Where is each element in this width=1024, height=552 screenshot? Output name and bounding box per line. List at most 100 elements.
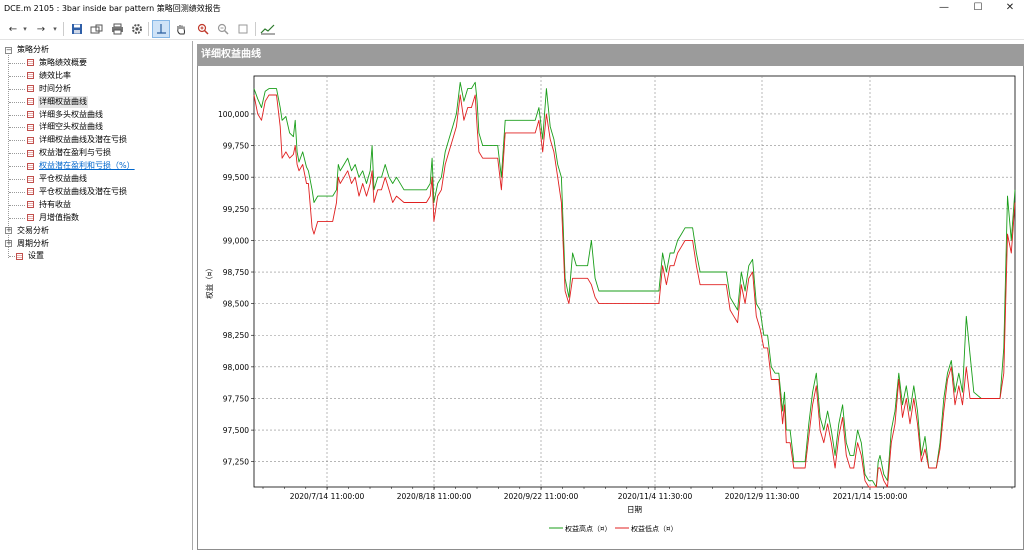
x-tick-label: 2020/12/9 11:30:00	[725, 492, 800, 501]
settings-icon[interactable]	[128, 20, 146, 38]
report-page-icon	[27, 123, 34, 131]
print-icon[interactable]	[108, 20, 126, 38]
tree-item[interactable]: 持有收益	[0, 199, 190, 211]
expand-icon[interactable]: +	[5, 227, 12, 235]
tree-item[interactable]: 设置	[0, 250, 190, 262]
toolbar-separator	[255, 22, 256, 36]
tree-item[interactable]: 权益潜在盈利与亏损	[0, 147, 190, 159]
x-tick-label: 2021/1/14 15:00:00	[833, 492, 908, 501]
x-tick-label: 2020/7/14 11:00:00	[290, 492, 365, 501]
tree-item-label: 策略绩效概要	[39, 57, 87, 67]
tree-item[interactable]: 月增值指数	[0, 212, 190, 224]
tree-guide-line	[9, 179, 25, 180]
tree-item[interactable]: 详细多头权益曲线	[0, 109, 190, 121]
zoom-in-icon[interactable]	[194, 20, 212, 38]
chevron-down-icon[interactable]: ▾	[50, 20, 60, 38]
tree-item-label: 平仓权益曲线	[39, 174, 87, 183]
tree-guide-line	[9, 140, 25, 142]
tree-guide-line	[9, 114, 25, 116]
tree-item-label: 详细权益曲线及潜在亏损	[39, 135, 127, 145]
legend-label: 权益高点（¤）	[565, 524, 611, 533]
tree-item[interactable]: 绩效比率	[0, 70, 190, 82]
tree-item[interactable]: − 策略分析	[0, 44, 190, 56]
tree-item[interactable]: + 交易分析	[0, 225, 190, 237]
forward-icon[interactable]: →	[32, 20, 50, 38]
report-page-icon	[27, 59, 34, 67]
tree-guide-line	[9, 101, 25, 103]
chevron-down-icon[interactable]: ▾	[20, 20, 30, 38]
export-icon[interactable]	[88, 20, 106, 38]
tree-guide-line	[9, 153, 25, 155]
tree-guide-line	[9, 127, 25, 129]
x-tick-label: 2020/8/18 11:00:00	[397, 492, 472, 501]
tree-item[interactable]: 详细权益曲线及潜在亏损	[0, 134, 190, 146]
tree-item-label: 持有收益	[39, 199, 71, 209]
y-tick-label: 99,250	[223, 205, 249, 214]
tree-item[interactable]: + 周期分析	[0, 238, 190, 250]
report-tree: − 策略分析 策略绩效概要 绩效比率时间分析详细权益曲线 详细多头权益曲线 详细空头权益曲…	[0, 41, 193, 550]
y-tick-label: 97,750	[223, 394, 249, 403]
close-button[interactable]: ✕	[994, 0, 1024, 16]
plot-area	[253, 75, 1016, 488]
legend-label: 权益低点（¤）	[631, 524, 677, 533]
collapse-icon[interactable]: −	[5, 46, 12, 54]
report-page-icon	[27, 72, 34, 80]
tree-item-label: 绩效比率	[39, 70, 71, 80]
y-tick-label: 99,750	[223, 142, 249, 151]
minimize-button[interactable]: —	[928, 0, 960, 16]
x-tick-label: 2020/11/4 11:30:00	[618, 492, 693, 501]
tree-item[interactable]: 时间分析	[0, 83, 190, 95]
expand-icon[interactable]: +	[5, 240, 12, 247]
y-tick-label: 100,000	[218, 110, 249, 119]
tree-guide-line	[9, 217, 25, 219]
y-tick-label: 98,500	[223, 300, 249, 309]
equity-chart[interactable]: 97,250 97,500 97,750 98,000 98,250 98,500 98,7…	[197, 66, 1024, 550]
chart-style-icon[interactable]	[259, 20, 277, 38]
report-page-icon	[27, 201, 34, 209]
tree-item-label: 权益潜在盈利和亏损（%）	[39, 161, 135, 171]
report-page-icon	[27, 136, 34, 144]
tree-item[interactable]: 详细空头权益曲线	[0, 121, 190, 133]
report-page-icon	[27, 85, 34, 93]
maximize-button[interactable]: ☐	[962, 0, 994, 16]
report-page-icon	[27, 149, 34, 157]
tree-item-label: 时间分析	[39, 83, 71, 93]
report-page-icon	[27, 162, 34, 170]
x-tick-label: 2020/9/22 11:00:00	[504, 492, 579, 501]
report-page-icon	[27, 111, 34, 118]
tree-item[interactable]: 平仓权益曲线及潜在亏损	[0, 186, 190, 198]
tree-guide-line	[9, 166, 25, 168]
panel-title: 详细权益曲线	[197, 44, 1024, 66]
zoom-out-icon[interactable]	[214, 20, 232, 38]
y-tick-label: 97,250	[223, 458, 249, 467]
title-bar: DCE.m 2105 : 3bar inside bar pattern 策略回…	[0, 0, 1024, 16]
tree-item[interactable]: 权益潜在盈利和亏损（%）	[0, 160, 190, 172]
y-axis-title: 权益（¤）	[204, 264, 214, 299]
toolbar: ← ▾ → ▾	[0, 18, 1024, 40]
tree-guide-line	[9, 75, 25, 77]
tree-item-label: 详细多头权益曲线	[39, 109, 103, 119]
y-tick-label: 99,500	[223, 173, 249, 182]
window-title: DCE.m 2105 : 3bar inside bar pattern 策略回…	[4, 4, 221, 13]
tree-item[interactable]: 详细权益曲线	[0, 95, 190, 108]
save-icon[interactable]	[68, 20, 86, 38]
tree-guide-line	[9, 62, 25, 64]
tree-item-label: 详细权益曲线	[38, 95, 88, 108]
toolbar-separator	[148, 22, 149, 36]
y-tick-label: 98,250	[223, 331, 249, 340]
tree-guide-line	[9, 191, 25, 193]
tree-item-label: 详细空头权益曲线	[39, 122, 103, 132]
tree-item-label: 权益潜在盈利与亏损	[39, 148, 111, 158]
report-page-icon	[16, 252, 23, 260]
tree-guide-line	[9, 256, 15, 258]
tree-item[interactable]: 平仓权益曲线	[0, 173, 190, 185]
toolbar-separator	[63, 22, 64, 36]
tree-item-label: 交易分析	[17, 225, 49, 235]
report-page-icon	[27, 214, 34, 222]
zoom-reset-icon[interactable]	[234, 20, 252, 38]
equity-chart-svg: 97,250 97,500 97,750 98,000 98,250 98,500 98,7…	[204, 75, 1016, 533]
y-tick-label: 98,750	[223, 268, 249, 277]
tree-item[interactable]: 策略绩效概要	[0, 57, 190, 69]
hand-pan-icon[interactable]	[172, 20, 190, 38]
crosshair-icon[interactable]	[152, 20, 170, 38]
